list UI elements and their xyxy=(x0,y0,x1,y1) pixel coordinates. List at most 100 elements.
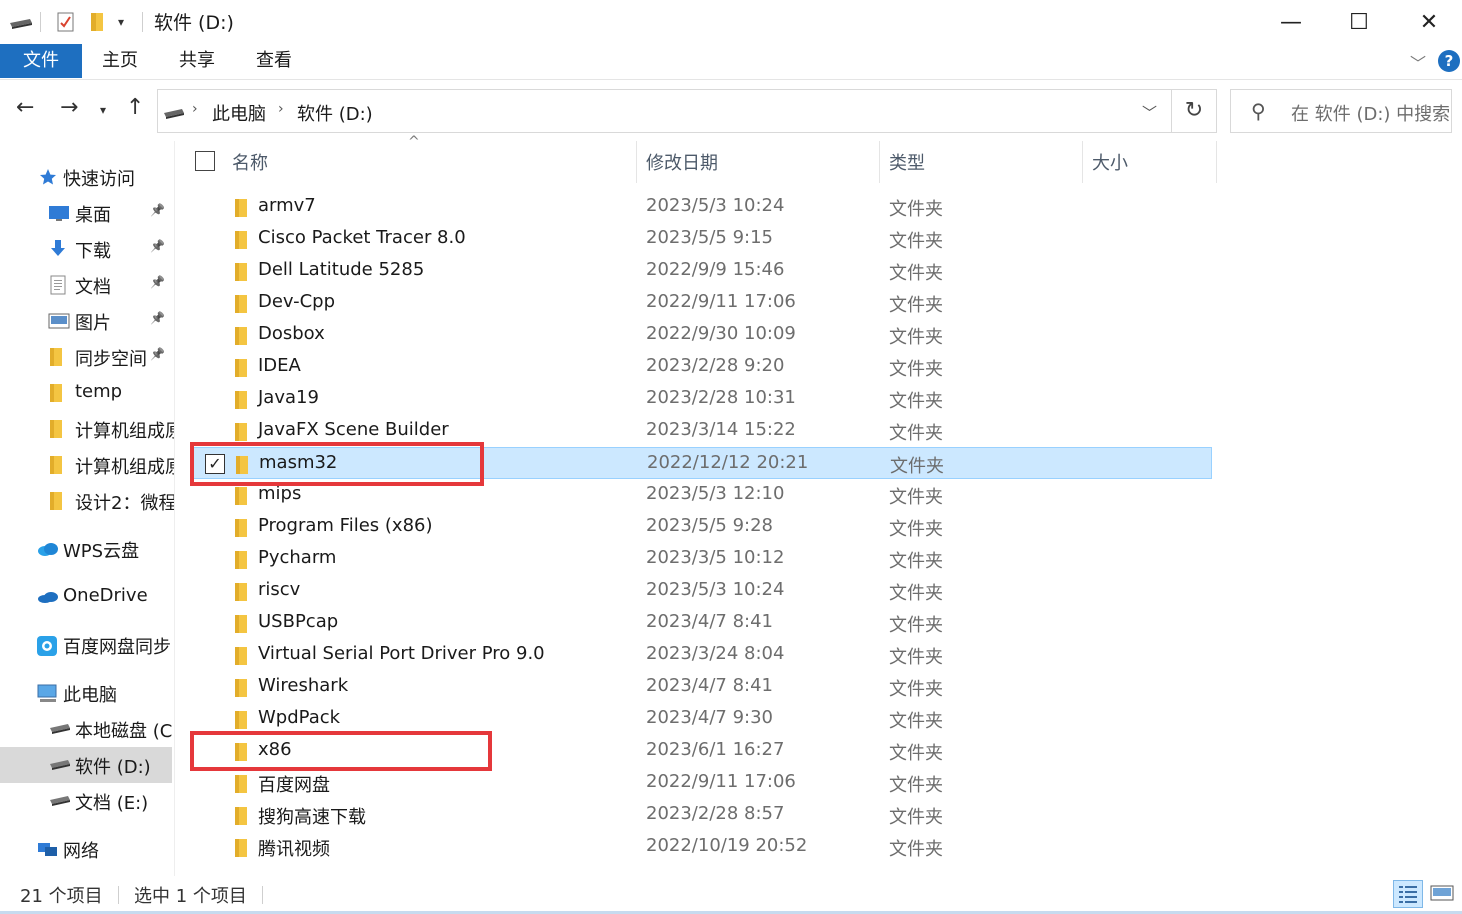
maximize-button[interactable]: ☐ xyxy=(1324,0,1394,44)
pin-icon[interactable]: 📌 xyxy=(150,347,165,361)
help-icon[interactable]: ? xyxy=(1438,50,1460,72)
file-row[interactable]: Program Files (x86) 2023/5/5 9:28 文件夹 xyxy=(190,511,1212,543)
file-type: 文件夹 xyxy=(889,711,943,732)
file-name[interactable]: 百度网盘 xyxy=(258,771,330,797)
file-row[interactable]: riscv 2023/5/3 10:24 文件夹 xyxy=(190,575,1212,607)
file-row[interactable]: Pycharm 2023/3/5 10:12 文件夹 xyxy=(190,543,1212,575)
file-name[interactable]: Dev-Cpp xyxy=(258,291,335,312)
file-name[interactable]: Java19 xyxy=(258,387,319,408)
pin-icon[interactable]: 📌 xyxy=(150,203,165,217)
file-date: 2023/3/24 8:04 xyxy=(646,643,785,664)
tab-file[interactable]: 文件 xyxy=(0,44,82,78)
pin-icon[interactable]: 📌 xyxy=(150,239,165,253)
sidebar-item[interactable]: 本地磁盘 (C: xyxy=(0,711,175,747)
new-folder-icon[interactable] xyxy=(88,10,106,34)
sidebar-item[interactable]: 百度网盘同步 xyxy=(0,627,175,663)
file-row[interactable]: Dev-Cpp 2022/9/11 17:06 文件夹 xyxy=(190,287,1212,319)
minimize-button[interactable]: — xyxy=(1256,0,1326,44)
sidebar-item[interactable]: 网络 xyxy=(0,831,175,867)
column-header-name[interactable]: 名称 xyxy=(222,141,636,183)
sidebar-item[interactable]: 计算机组成原 xyxy=(0,447,175,483)
file-row[interactable]: armv7 2023/5/3 10:24 文件夹 xyxy=(190,191,1212,223)
file-row[interactable]: 腾讯视频 2022/10/19 20:52 文件夹 xyxy=(190,831,1212,863)
file-row[interactable]: Dosbox 2022/9/30 10:09 文件夹 xyxy=(190,319,1212,351)
breadcrumb-drive-d[interactable]: 软件 (D:) xyxy=(297,100,373,126)
properties-icon[interactable] xyxy=(56,10,76,34)
search-box[interactable]: ⚲ 在 软件 (D:) 中搜索 xyxy=(1230,89,1452,133)
search-input[interactable]: 在 软件 (D:) 中搜索 xyxy=(1291,100,1450,126)
sidebar-item[interactable]: 同步空间 📌 xyxy=(0,339,175,375)
column-header-type[interactable]: 类型 xyxy=(880,141,1082,183)
close-button[interactable]: ✕ xyxy=(1394,0,1462,44)
tab-view[interactable]: 查看 xyxy=(246,44,302,78)
sidebar-item[interactable]: 下载 📌 xyxy=(0,231,175,267)
sidebar-item[interactable]: temp xyxy=(0,375,175,411)
sidebar-item-label: temp xyxy=(75,381,123,402)
file-name[interactable]: Virtual Serial Port Driver Pro 9.0 xyxy=(258,643,545,664)
chevron-down-icon[interactable]: ﹀ xyxy=(1142,102,1157,123)
file-row[interactable]: 搜狗高速下载 2023/2/28 8:57 文件夹 xyxy=(190,799,1212,831)
sidebar-item[interactable]: 文档 (E:) xyxy=(0,783,175,819)
chevron-right-icon[interactable]: › xyxy=(192,101,198,117)
sidebar-item[interactable]: 软件 (D:) xyxy=(0,747,172,783)
file-row[interactable]: Dell Latitude 5285 2022/9/9 15:46 文件夹 xyxy=(190,255,1212,287)
file-name[interactable]: WpdPack xyxy=(258,707,340,728)
large-icons-view-icon[interactable] xyxy=(1428,880,1458,908)
pin-icon[interactable]: 📌 xyxy=(150,311,165,325)
sidebar-item[interactable]: OneDrive xyxy=(0,579,175,615)
expand-ribbon-icon[interactable]: ﹀ xyxy=(1410,50,1426,74)
up-arrow-icon[interactable]: ↑ xyxy=(126,95,144,120)
select-all-checkbox[interactable] xyxy=(195,151,215,171)
refresh-button[interactable]: ↻ xyxy=(1172,89,1217,133)
file-date: 2023/6/1 16:27 xyxy=(646,739,785,760)
status-bar: 21 个项目 选中 1 个项目 xyxy=(0,876,1462,914)
recent-locations-icon[interactable]: ▾ xyxy=(100,103,106,117)
file-name[interactable]: 腾讯视频 xyxy=(258,835,330,861)
file-name[interactable]: USBPcap xyxy=(258,611,338,632)
file-row[interactable]: USBPcap 2023/4/7 8:41 文件夹 xyxy=(190,607,1212,639)
file-row[interactable]: Virtual Serial Port Driver Pro 9.0 2023/3… xyxy=(190,639,1212,671)
sidebar-item[interactable]: 此电脑 xyxy=(0,675,175,711)
column-header-date[interactable]: 修改日期 xyxy=(637,141,879,183)
file-name[interactable]: Dosbox xyxy=(258,323,325,344)
file-name[interactable]: 搜狗高速下载 xyxy=(258,803,366,829)
column-size-label: 大小 xyxy=(1092,153,1128,174)
star-icon xyxy=(38,167,58,187)
file-name[interactable]: IDEA xyxy=(258,355,301,376)
sidebar-item[interactable]: WPS云盘 xyxy=(0,531,175,567)
column-date-label: 修改日期 xyxy=(646,153,718,174)
tab-home[interactable]: 主页 xyxy=(92,44,148,78)
sidebar-item[interactable]: 桌面 📌 xyxy=(0,195,175,231)
file-name[interactable]: riscv xyxy=(258,579,300,600)
pin-icon[interactable]: 📌 xyxy=(150,275,165,289)
sidebar-item[interactable]: 设计2：微程 xyxy=(0,483,175,519)
chevron-right-icon[interactable]: › xyxy=(278,101,284,117)
forward-arrow-icon[interactable]: → xyxy=(60,95,78,120)
file-row[interactable]: Wireshark 2023/4/7 8:41 文件夹 xyxy=(190,671,1212,703)
file-name[interactable]: mips xyxy=(258,483,301,504)
back-arrow-icon[interactable]: ← xyxy=(16,95,34,120)
file-row[interactable]: Cisco Packet Tracer 8.0 2023/5/5 9:15 文件夹 xyxy=(190,223,1212,255)
file-name[interactable]: Dell Latitude 5285 xyxy=(258,259,424,280)
file-name[interactable]: Wireshark xyxy=(258,675,348,696)
sidebar-item[interactable]: 图片 📌 xyxy=(0,303,175,339)
customize-toolbar-icon[interactable]: ▾ xyxy=(118,10,124,34)
file-name[interactable]: Cisco Packet Tracer 8.0 xyxy=(258,227,466,248)
file-name[interactable]: armv7 xyxy=(258,195,316,216)
sidebar-scrollbar[interactable] xyxy=(174,141,175,876)
address-bar[interactable]: › 此电脑 › 软件 (D:) ﹀ xyxy=(157,89,1172,133)
column-header-size[interactable]: 大小 xyxy=(1083,141,1216,183)
file-name[interactable]: JavaFX Scene Builder xyxy=(258,419,449,440)
file-row[interactable]: Java19 2023/2/28 10:31 文件夹 xyxy=(190,383,1212,415)
file-row[interactable]: IDEA 2023/2/28 9:20 文件夹 xyxy=(190,351,1212,383)
sidebar-item[interactable]: 文档 📌 xyxy=(0,267,175,303)
tab-share[interactable]: 共享 xyxy=(169,44,225,78)
file-name[interactable]: Program Files (x86) xyxy=(258,515,433,536)
details-view-icon[interactable] xyxy=(1393,880,1423,908)
sidebar-item[interactable]: 快速访问 xyxy=(0,159,175,195)
file-row[interactable]: 百度网盘 2022/9/11 17:06 文件夹 xyxy=(190,767,1212,799)
breadcrumb-this-pc[interactable]: 此电脑 xyxy=(212,100,266,126)
file-name[interactable]: Pycharm xyxy=(258,547,336,568)
sidebar-item[interactable]: 计算机组成原 xyxy=(0,411,175,447)
folder-icon xyxy=(232,614,250,633)
